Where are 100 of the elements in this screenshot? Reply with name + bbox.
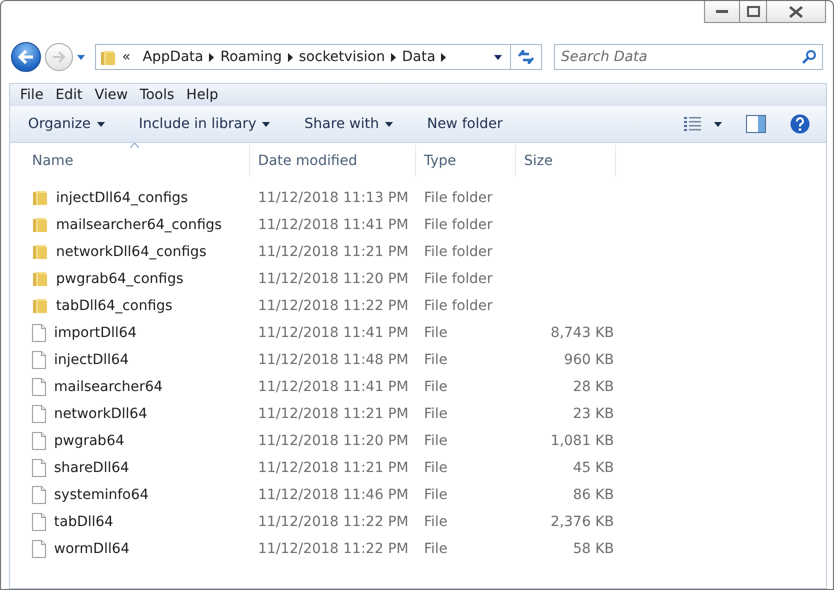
view-list-icon[interactable]: [684, 116, 702, 132]
date-cell-text: 11/12/2018 11:22 PM: [257, 514, 410, 530]
type-cell-text: File: [423, 432, 448, 448]
column-header[interactable]: Date modified: [250, 145, 416, 177]
caret-icon: [714, 122, 722, 126]
file-icon: [32, 432, 46, 450]
caret-icon: [77, 54, 85, 60]
type-cell-text: File folder: [423, 190, 494, 206]
preview-pane-icon[interactable]: [746, 115, 766, 133]
folder-icon: [32, 189, 48, 206]
size-cell-text: 23 KB: [572, 406, 614, 422]
file-name[interactable]: tabDll64: [54, 514, 114, 530]
date-cell-text: 11/12/2018 11:22 PM: [257, 298, 410, 314]
breadcrumb-item[interactable]: AppData: [142, 49, 204, 65]
type-cell-text: File: [423, 486, 448, 502]
date-cell-text: 11/12/2018 11:22 PM: [257, 540, 410, 556]
breadcrumb-item[interactable]: Data: [402, 49, 436, 65]
command-button[interactable]: Organize: [22, 112, 111, 136]
file-icon: [32, 458, 46, 476]
file-name[interactable]: systeminfo64: [54, 486, 149, 502]
forward-arrow-icon: [52, 51, 66, 63]
caret-icon: [96, 122, 105, 126]
file-name[interactable]: pwgrab64: [54, 432, 124, 448]
command-button[interactable]: New folder: [420, 112, 509, 136]
menu-item[interactable]: Edit: [49, 87, 89, 103]
minimize-button[interactable]: [704, 1, 740, 23]
file-icon: [32, 486, 46, 504]
breadcrumb-item[interactable]: Roaming: [220, 49, 282, 65]
caret-icon: [262, 122, 270, 126]
size-cell-text: 45 KB: [572, 460, 614, 476]
refresh-icon[interactable]: [517, 50, 535, 64]
file-icon: [32, 512, 46, 530]
file-name[interactable]: importDll64: [54, 324, 137, 340]
folder-icon: [32, 297, 48, 314]
type-cell-text: File: [423, 352, 448, 368]
type-cell-text: File folder: [423, 270, 494, 286]
file-name[interactable]: mailsearcher64: [54, 378, 163, 394]
address-bar[interactable]: « AppData Roaming socketvision Data: [95, 44, 542, 70]
chevron-icon: [209, 52, 214, 62]
menu-item[interactable]: Help: [180, 87, 224, 103]
close-button[interactable]: [766, 1, 826, 23]
size-cell-text: 2,376 KB: [550, 514, 614, 530]
file-name[interactable]: wormDll64: [54, 540, 130, 556]
type-cell-text: File folder: [423, 244, 494, 260]
caret-icon: [494, 54, 502, 60]
date-cell-text: 11/12/2018 11:13 PM: [257, 190, 410, 206]
command-button[interactable]: Include in library: [132, 112, 276, 136]
minimize-icon: [716, 10, 728, 14]
chevron-icon: [390, 52, 396, 62]
file-icon: [32, 350, 46, 368]
type-cell-text: File: [423, 378, 448, 394]
file-icon: [32, 540, 46, 558]
file-name[interactable]: injectDll64_configs: [56, 190, 188, 206]
date-cell-text: 11/12/2018 11:48 PM: [257, 352, 410, 368]
date-cell-text: 11/12/2018 11:41 PM: [257, 324, 410, 340]
search-field[interactable]: Search Data: [554, 44, 823, 70]
column-header[interactable]: Name: [10, 145, 250, 177]
maximize-button[interactable]: [739, 1, 767, 23]
back-button[interactable]: [11, 42, 41, 72]
folder-icon: [32, 216, 48, 233]
chevron-icon: [288, 52, 293, 62]
command-button[interactable]: Share with: [298, 112, 399, 136]
date-cell-text: 11/12/2018 11:41 PM: [257, 378, 410, 394]
type-cell-text: File: [423, 540, 448, 556]
date-cell-text: 11/12/2018 11:20 PM: [257, 270, 410, 286]
file-name[interactable]: networkDll64_configs: [56, 244, 206, 260]
size-cell-text: 960 KB: [563, 352, 614, 368]
back-arrow-icon: [18, 50, 34, 64]
folder-icon: [100, 48, 116, 66]
date-cell-text: 11/12/2018 11:21 PM: [257, 460, 410, 476]
menu-item[interactable]: View: [88, 87, 134, 103]
close-icon: [789, 6, 803, 18]
file-name[interactable]: mailsearcher64_configs: [56, 216, 222, 232]
maximize-icon: [746, 6, 760, 17]
breadcrumb-item[interactable]: socketvision: [298, 49, 385, 65]
menu-item[interactable]: File: [14, 87, 50, 103]
caret-icon: [384, 122, 393, 126]
type-cell-text: File: [423, 324, 448, 340]
menu-item[interactable]: Tools: [134, 87, 180, 103]
size-cell-text: 1,081 KB: [550, 432, 614, 448]
size-cell-text: 58 KB: [572, 540, 614, 556]
column-header[interactable]: Size: [516, 145, 616, 177]
file-icon: [32, 324, 46, 342]
column-header[interactable]: Type: [416, 145, 516, 177]
size-cell-text: 28 KB: [572, 378, 614, 394]
type-cell-text: File: [423, 406, 448, 422]
chevron-icon: [441, 52, 446, 62]
type-cell-text: File folder: [423, 216, 494, 232]
folder-icon: [32, 270, 48, 287]
help-icon[interactable]: [790, 114, 810, 134]
date-cell-text: 11/12/2018 11:20 PM: [257, 432, 410, 448]
size-cell-text: 8,743 KB: [550, 324, 614, 340]
file-name[interactable]: shareDll64: [54, 460, 130, 476]
file-name[interactable]: tabDll64_configs: [56, 298, 172, 314]
file-name[interactable]: injectDll64: [54, 352, 129, 368]
file-name[interactable]: pwgrab64_configs: [56, 270, 184, 286]
file-name[interactable]: networkDll64: [54, 406, 148, 422]
breadcrumb-item[interactable]: «: [122, 49, 131, 65]
date-cell-text: 11/12/2018 11:21 PM: [257, 406, 410, 422]
size-cell-text: 86 KB: [572, 486, 614, 502]
